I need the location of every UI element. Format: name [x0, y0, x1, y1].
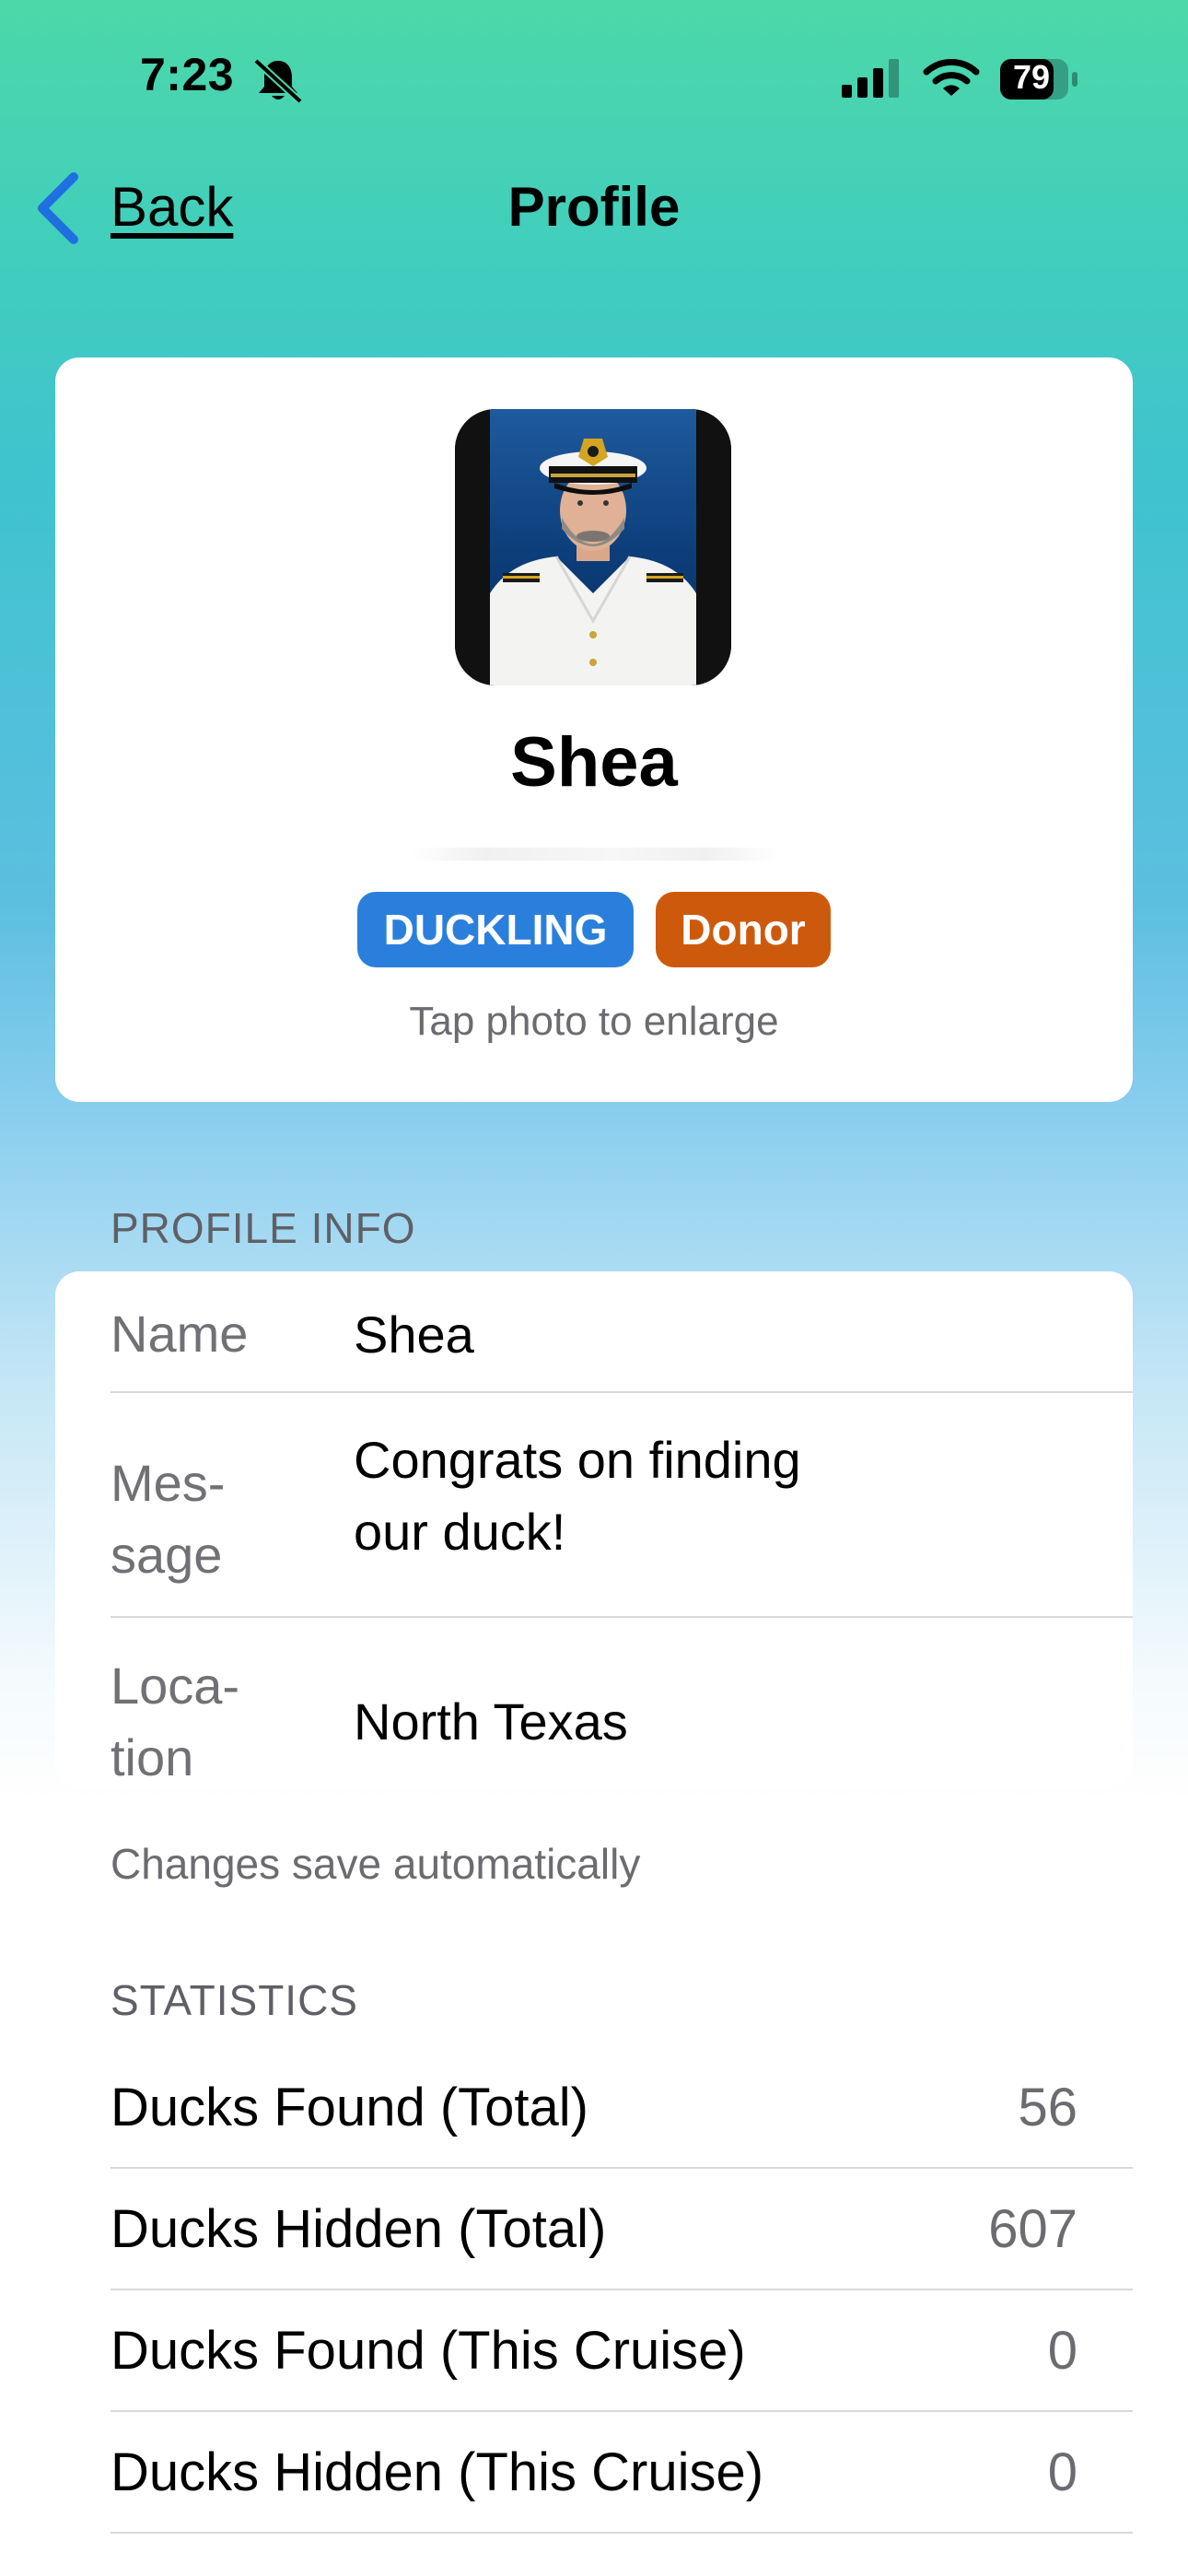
location-label-line1: Loca-: [111, 1657, 240, 1715]
page-title: Profile: [507, 176, 681, 238]
stat-ducks-found-cruise-value: 0: [1047, 2321, 1077, 2381]
wifi-icon: [923, 59, 980, 96]
stat-ducks-found-total-label: Ducks Found (Total): [111, 2078, 588, 2137]
stat-ducks-hidden-cruise-value: 0: [1047, 2442, 1077, 2502]
stat-ducks-found-cruise-label: Ducks Found (This Cruise): [111, 2321, 746, 2381]
message-field[interactable]: Congrats on finding our duck!: [354, 1424, 801, 1568]
divider: [111, 2532, 1133, 2534]
battery-level: 79: [1012, 58, 1051, 96]
name-field[interactable]: Shea: [354, 1299, 474, 1371]
captain-portrait-image: [455, 409, 731, 685]
autosave-note: Changes save automatically: [111, 1840, 641, 1888]
stat-ducks-hidden-total-label: Ducks Hidden (Total): [111, 2199, 607, 2259]
divider: [111, 1616, 1133, 1618]
location-label-line2: tion: [111, 1728, 194, 1786]
signal-icon: [842, 59, 899, 98]
bell-slash-icon: [253, 58, 303, 103]
stat-ducks-hidden-cruise-label: Ducks Hidden (This Cruise): [111, 2442, 764, 2502]
tap-photo-hint: Tap photo to enlarge: [409, 999, 779, 1044]
profile-name: Shea: [510, 723, 678, 802]
divider: [111, 2289, 1133, 2290]
redacted-subtitle: [411, 848, 779, 861]
divider: [111, 2167, 1133, 2169]
stat-ducks-found-total-value: 56: [1018, 2078, 1077, 2137]
message-label-line1: Mes-: [111, 1454, 226, 1512]
name-label: Name: [111, 1305, 249, 1363]
stat-ducks-hidden-total-value: 607: [988, 2199, 1077, 2259]
location-field[interactable]: North Texas: [354, 1686, 628, 1758]
message-line2: our duck!: [354, 1503, 566, 1561]
profile-photo[interactable]: [455, 409, 731, 685]
message-label-line2: sage: [111, 1526, 223, 1584]
status-time: 7:23: [140, 49, 235, 100]
statistics-header: STATISTICS: [111, 1976, 358, 2024]
profile-info-header: PROFILE INFO: [111, 1204, 416, 1252]
divider: [111, 2410, 1133, 2412]
divider: [111, 1391, 1133, 1393]
duckling-badge: DUCKLING: [357, 892, 634, 967]
message-line1: Congrats on finding: [354, 1431, 801, 1489]
donor-badge: Donor: [656, 892, 831, 967]
